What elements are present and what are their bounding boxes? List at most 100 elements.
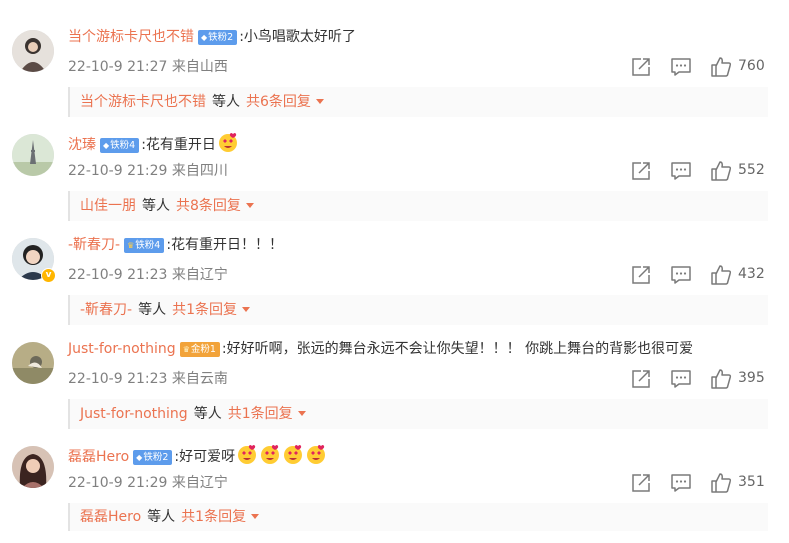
like-count: 552 [738,162,765,178]
reply-etc: 等人 [212,94,240,110]
reply-user-link[interactable]: -靳春刀- [80,302,132,318]
reply-user-link[interactable]: 当个游标卡尺也不错 [80,94,206,110]
like-count: 351 [738,474,765,490]
comment-line: 沈瑧 ◆铁粉4:花有重开日 [68,131,239,153]
comment-text: :好好听啊，张远的舞台永远不会让你失望！！！ 你跳上舞台的背影也很可爱 [221,341,694,357]
reply-summary[interactable]: 山佳一朋 等人 共8条回复 [68,191,768,221]
comment-item: 沈瑧 ◆铁粉4:花有重开日 22-10-9 21:29 来自四川 552 山佳一朋… [0,127,789,231]
share-icon[interactable] [630,160,652,182]
chevron-down-icon[interactable] [297,411,306,416]
reply-count-link[interactable]: 共8条回复 [176,198,241,214]
reply-count-link[interactable]: 共6条回复 [246,94,311,110]
diamond-icon: ◆ [201,33,208,42]
like-count: 395 [738,370,765,386]
fan-badge[interactable]: ♛铁粉4 [124,238,165,253]
comment-line: 磊磊Hero ◆铁粉2:好可爱呀 [68,443,327,465]
share-icon[interactable] [630,368,652,390]
reply-user-link[interactable]: 磊磊Hero [80,509,141,525]
reply-summary[interactable]: Just-for-nothing 等人 共1条回复 [68,399,768,429]
username-link[interactable]: 沈瑧 [68,137,96,153]
share-icon[interactable] [630,264,652,286]
love-face-emoji-icon [238,445,257,464]
reply-count-link[interactable]: 共1条回复 [228,406,293,422]
comment-item: v -靳春刀- ♛铁粉4:花有重开日！！！ 22-10-9 21:23 来自辽宁 … [0,231,789,335]
comment-meta: 22-10-9 21:29 来自四川 [68,160,228,180]
comment-location: 来自云南 [171,371,228,387]
comment-meta: 22-10-9 21:23 来自云南 [68,368,228,388]
comment-meta: 22-10-9 21:23 来自辽宁 [68,264,228,284]
comment-line: -靳春刀- ♛铁粉4:花有重开日！！！ [68,235,283,257]
fan-badge-label: 铁粉2 [208,32,234,43]
fan-badge-label: 铁粉4 [110,140,136,151]
comment-meta: 22-10-9 21:29 来自辽宁 [68,472,228,492]
reply-summary[interactable]: -靳春刀- 等人 共1条回复 [68,295,768,325]
comment-text: :花有重开日！！！ [166,237,284,253]
chevron-down-icon[interactable] [242,307,251,312]
avatar[interactable] [12,30,54,72]
reply-etc: 等人 [147,509,176,525]
reply-etc: 等人 [193,406,222,422]
fan-badge-label: 金粉1 [190,344,216,355]
verified-icon: v [41,268,56,283]
comment-meta: 22-10-9 21:27 来自山西 [68,56,228,76]
reply-etc: 等人 [142,198,170,214]
chevron-down-icon[interactable] [251,514,260,519]
comment-text: :好可爱呀 [174,449,236,465]
comment-time: 22-10-9 21:27 [68,59,168,75]
comment-location: 来自辽宁 [171,267,228,283]
love-face-emoji-icon [284,445,303,464]
like-count: 760 [738,58,765,74]
fan-badge[interactable]: ◆铁粉4 [100,138,140,153]
like-count: 432 [738,266,765,282]
avatar[interactable] [12,134,54,176]
share-icon[interactable] [630,56,652,78]
comment-icon[interactable] [670,264,692,286]
like-icon[interactable] [710,160,732,182]
like-icon[interactable] [710,264,732,286]
fan-badge-label: 铁粉4 [135,240,161,251]
comment-icon[interactable] [670,368,692,390]
reply-count-link[interactable]: 共1条回复 [172,302,237,318]
comment-line: Just-for-nothing ♛金粉1:好好听啊，张远的舞台永远不会让你失望！… [68,339,693,361]
comment-line: 当个游标卡尺也不错 ◆铁粉2:小鸟唱歌太好听了 [68,27,356,49]
reply-user-link[interactable]: 山佳一朋 [80,198,136,214]
like-icon[interactable] [710,56,732,78]
comment-time: 22-10-9 21:29 [68,475,168,491]
reply-summary[interactable]: 磊磊Hero 等人 共1条回复 [68,503,768,531]
comment-time: 22-10-9 21:29 [68,163,168,179]
comment-item: Just-for-nothing ♛金粉1:好好听啊，张远的舞台永远不会让你失望！… [0,335,789,439]
crown-icon: ♛ [182,345,190,354]
username-link[interactable]: -靳春刀- [68,237,120,253]
comment-text: :花有重开日 [141,137,216,153]
fan-badge[interactable]: ◆铁粉2 [198,30,238,45]
love-face-emoji-icon [218,133,237,152]
diamond-icon: ◆ [136,453,143,462]
fan-badge[interactable]: ♛金粉1 [179,342,220,357]
comment-icon[interactable] [670,472,692,494]
comment-location: 来自山西 [171,59,228,75]
fan-badge-label: 铁粉2 [143,452,169,463]
comment-icon[interactable] [670,56,692,78]
avatar[interactable] [12,446,54,488]
username-link[interactable]: Just-for-nothing [68,341,176,357]
avatar[interactable] [12,342,54,384]
love-face-emoji-icon [261,445,280,464]
like-icon[interactable] [710,368,732,390]
comment-time: 22-10-9 21:23 [68,267,168,283]
chevron-down-icon[interactable] [245,203,254,208]
username-link[interactable]: 当个游标卡尺也不错 [68,29,194,45]
reply-etc: 等人 [138,302,167,318]
crown-icon: ♛ [127,241,135,250]
comment-icon[interactable] [670,160,692,182]
comment-location: 来自四川 [171,163,228,179]
comment-location: 来自辽宁 [171,475,228,491]
fan-badge[interactable]: ◆铁粉2 [133,450,173,465]
reply-count-link[interactable]: 共1条回复 [181,509,246,525]
chevron-down-icon[interactable] [315,99,324,104]
comment-text: :小鸟唱歌太好听了 [239,29,356,45]
username-link[interactable]: 磊磊Hero [68,449,129,465]
like-icon[interactable] [710,472,732,494]
share-icon[interactable] [630,472,652,494]
reply-summary[interactable]: 当个游标卡尺也不错 等人 共6条回复 [68,87,768,117]
reply-user-link[interactable]: Just-for-nothing [80,406,188,422]
